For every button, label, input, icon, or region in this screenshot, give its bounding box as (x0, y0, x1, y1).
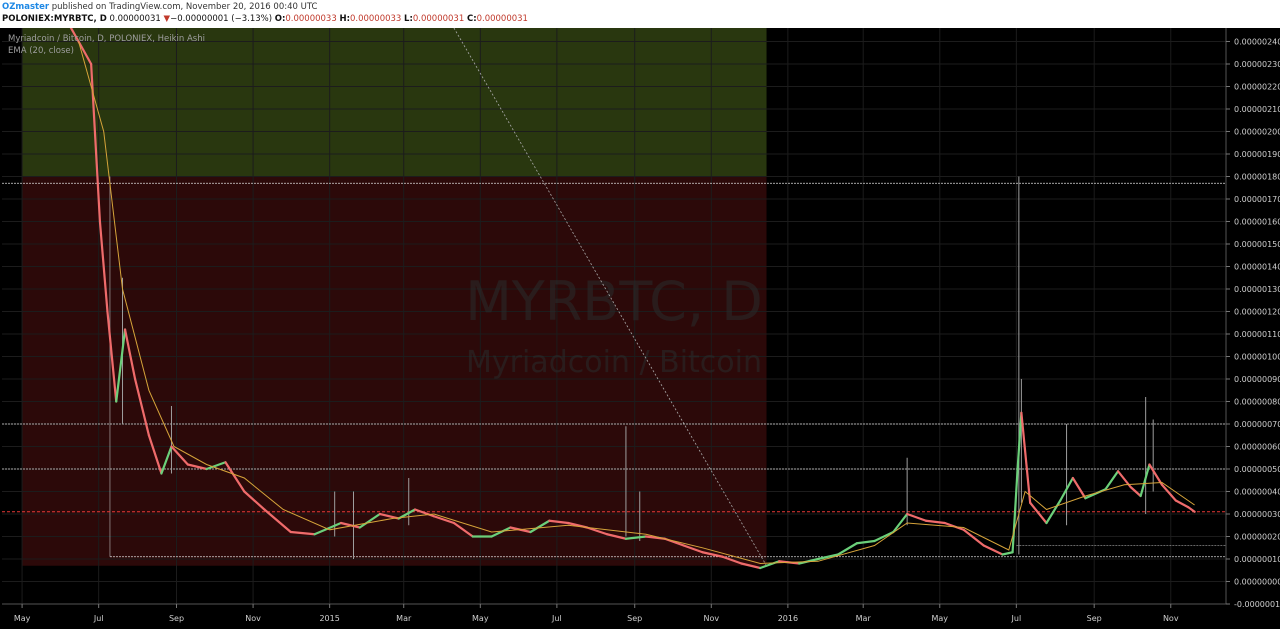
author-link[interactable]: OZmaster (2, 2, 49, 12)
y-tick-label: 0.00000230 (1234, 60, 1280, 69)
price-chart[interactable]: MYRBTC, DMyriadcoin / Bitcoin 0.00000177… (0, 28, 1280, 629)
x-tick-label: Sep (1087, 614, 1102, 623)
x-tick-label: May (472, 614, 489, 623)
high-label: H: (339, 14, 350, 24)
chart-title: Myriadcoin / Bitcoin, D, POLONIEX, Heiki… (8, 34, 205, 44)
watermark-symbol: MYRBTC, D (465, 270, 763, 333)
open-label: O: (274, 14, 286, 24)
x-tick-label: Jul (93, 614, 104, 623)
y-tick-label: 0.00000030 (1234, 510, 1280, 519)
y-tick-label: 0.00000240 (1234, 38, 1280, 47)
low-value: 0.00000031 (412, 14, 465, 24)
y-tick-label: 0.00000040 (1234, 488, 1280, 497)
x-tick-label: Sep (169, 614, 184, 623)
publish-line: OZmaster published on TradingView.com, N… (2, 1, 317, 13)
y-tick-label: 0.00000180 (1234, 173, 1280, 182)
y-tick-label: 0.00000120 (1234, 308, 1280, 317)
y-tick-label: 0.00000010 (1234, 555, 1280, 564)
y-tick-label: 0.00000220 (1234, 83, 1280, 92)
y-tick-label: 0.00000090 (1234, 375, 1280, 384)
x-tick-label: Mar (396, 614, 412, 623)
x-tick-label: 2015 (319, 614, 339, 623)
y-tick-label: 0.00000140 (1234, 263, 1280, 272)
chart-header: OZmaster published on TradingView.com, N… (0, 0, 1280, 28)
high-value: 0.00000033 (349, 14, 402, 24)
y-tick-label: 0.00000000 (1234, 578, 1280, 587)
x-tick-label: Jul (551, 614, 562, 623)
x-tick-label: May (14, 614, 31, 623)
y-tick-label: 0.00000110 (1234, 330, 1280, 339)
watermark-name: Myriadcoin / Bitcoin (466, 345, 762, 380)
x-tick-label: Nov (703, 614, 719, 623)
x-tick-label: 2016 (778, 614, 798, 623)
symbol-label: POLONIEX:MYRBTC, D (2, 14, 107, 24)
price-change: −0.00000001 (−3.13%) (170, 14, 273, 24)
x-tick-label: Mar (856, 614, 872, 623)
y-tick-label: -0.00000010 (1234, 600, 1280, 609)
x-tick-label: Sep (627, 614, 642, 623)
y-tick-label: 0.00000160 (1234, 218, 1280, 227)
y-tick-label: 0.00000150 (1234, 240, 1280, 249)
close-label: C: (466, 14, 477, 24)
open-value: 0.00000033 (285, 14, 337, 24)
x-tick-label: Nov (1163, 614, 1179, 623)
ohlc-line: POLONIEX:MYRBTC, D 0.00000031 ▼−0.000000… (2, 13, 528, 25)
y-tick-label: 0.00000050 (1234, 465, 1280, 474)
published-text: published on TradingView.com, November 2… (51, 2, 318, 12)
x-tick-label: Jul (1011, 614, 1022, 623)
last-price: 0.00000031 (109, 14, 161, 24)
y-tick-label: 0.00000020 (1234, 533, 1280, 542)
y-tick-label: 0.00000130 (1234, 285, 1280, 294)
y-tick-label: 0.00000080 (1234, 398, 1280, 407)
y-tick-label: 0.00000100 (1234, 353, 1280, 362)
x-tick-label: May (931, 614, 948, 623)
close-value: 0.00000031 (476, 14, 528, 24)
y-tick-label: 0.00000210 (1234, 105, 1280, 114)
y-tick-label: 0.00000060 (1234, 443, 1280, 452)
low-label: L: (404, 14, 413, 24)
y-tick-label: 0.00000200 (1234, 128, 1280, 137)
y-tick-label: 0.00000190 (1234, 150, 1280, 159)
indicator-label: EMA (20, close) (8, 46, 74, 56)
y-tick-label: 0.00000170 (1234, 195, 1280, 204)
x-tick-label: Nov (245, 614, 261, 623)
y-tick-label: 0.00000070 (1234, 420, 1280, 429)
